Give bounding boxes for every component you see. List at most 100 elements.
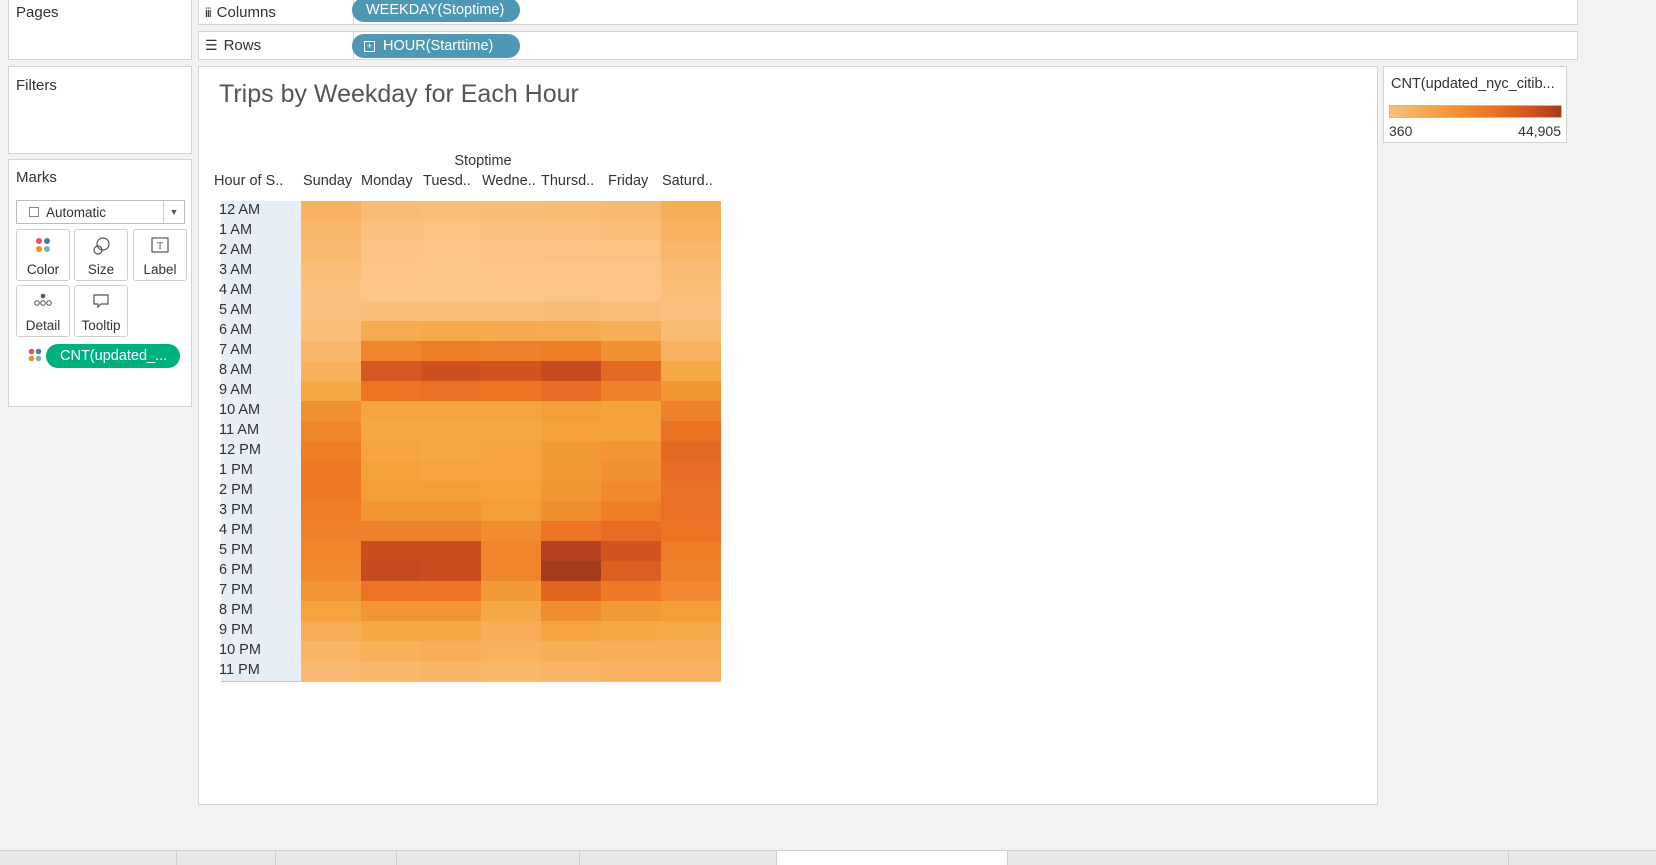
detail-card[interactable]: Detail: [16, 285, 70, 337]
row-label[interactable]: 5 AM: [219, 301, 295, 320]
heatmap-cell[interactable]: [601, 321, 661, 341]
heatmap-cell[interactable]: [301, 201, 361, 221]
heatmap-cell[interactable]: [421, 441, 481, 461]
heatmap-cell[interactable]: [601, 621, 661, 641]
heatmap-cell[interactable]: [481, 421, 541, 441]
heatmap-cell[interactable]: [421, 601, 481, 621]
heatmap-cell[interactable]: [301, 321, 361, 341]
heatmap-cell[interactable]: [601, 561, 661, 581]
heatmap-cell[interactable]: [541, 641, 601, 661]
heatmap-cell[interactable]: [541, 321, 601, 341]
heatmap-cell[interactable]: [301, 461, 361, 481]
row-label[interactable]: 12 AM: [219, 201, 295, 220]
heatmap-cell[interactable]: [361, 621, 421, 641]
heatmap-cell[interactable]: [661, 401, 721, 421]
row-label[interactable]: 3 AM: [219, 261, 295, 280]
heatmap-cell[interactable]: [421, 461, 481, 481]
heatmap-cell[interactable]: [541, 561, 601, 581]
heatmap-cell[interactable]: [481, 321, 541, 341]
heatmap-cell[interactable]: [481, 561, 541, 581]
heatmap-cell[interactable]: [361, 281, 421, 301]
sheet-tab-active[interactable]: [777, 851, 1008, 865]
heatmap-cell[interactable]: [481, 401, 541, 421]
heatmap-cell[interactable]: [301, 521, 361, 541]
heatmap-cell[interactable]: [361, 421, 421, 441]
column-header[interactable]: Wedne..: [482, 173, 536, 189]
heatmap-cell[interactable]: [421, 641, 481, 661]
heatmap-cell[interactable]: [661, 661, 721, 681]
columns-pill[interactable]: WEEKDAY(Stoptime): [352, 0, 520, 22]
color-measure-pill[interactable]: CNT(updated_...: [46, 344, 180, 368]
heatmap-cell[interactable]: [301, 421, 361, 441]
heatmap-cell[interactable]: [601, 521, 661, 541]
heatmap-cell[interactable]: [301, 241, 361, 261]
heatmap-cell[interactable]: [361, 261, 421, 281]
heatmap-cell[interactable]: [301, 641, 361, 661]
heatmap-cell[interactable]: [601, 541, 661, 561]
heatmap-cell[interactable]: [301, 501, 361, 521]
row-label[interactable]: 5 PM: [219, 541, 295, 560]
heatmap-cell[interactable]: [601, 261, 661, 281]
heatmap-cell[interactable]: [361, 501, 421, 521]
row-label[interactable]: 9 PM: [219, 621, 295, 640]
heatmap-cell[interactable]: [361, 201, 421, 221]
sheet-tab[interactable]: [580, 851, 777, 865]
heatmap-cell[interactable]: [301, 221, 361, 241]
sheet-tab[interactable]: [0, 851, 177, 865]
heatmap-cell[interactable]: [421, 241, 481, 261]
heatmap-cell[interactable]: [421, 221, 481, 241]
heatmap-cell[interactable]: [301, 281, 361, 301]
heatmap-cell[interactable]: [361, 361, 421, 381]
heatmap-cell[interactable]: [661, 581, 721, 601]
heatmap-cell[interactable]: [601, 381, 661, 401]
heatmap-cell[interactable]: [421, 341, 481, 361]
heatmap-cell[interactable]: [601, 301, 661, 321]
row-label[interactable]: 12 PM: [219, 441, 295, 460]
heatmap-cell[interactable]: [301, 261, 361, 281]
row-label[interactable]: 11 AM: [219, 421, 295, 440]
heatmap-cell[interactable]: [601, 601, 661, 621]
heatmap-cell[interactable]: [481, 661, 541, 681]
size-card[interactable]: Size: [74, 229, 128, 281]
sheet-tab[interactable]: [1008, 851, 1509, 865]
heatmap-cell[interactable]: [541, 601, 601, 621]
heatmap-cell[interactable]: [661, 301, 721, 321]
heatmap-cell[interactable]: [661, 201, 721, 221]
heatmap-cell[interactable]: [481, 481, 541, 501]
heatmap-cell[interactable]: [661, 261, 721, 281]
heatmap-cell[interactable]: [421, 421, 481, 441]
heatmap-cell[interactable]: [361, 581, 421, 601]
heatmap-cell[interactable]: [301, 401, 361, 421]
heatmap-cell[interactable]: [601, 361, 661, 381]
heatmap-cell[interactable]: [481, 601, 541, 621]
heatmap-cell[interactable]: [421, 661, 481, 681]
heatmap-cell[interactable]: [541, 481, 601, 501]
heatmap-cell[interactable]: [361, 321, 421, 341]
heatmap-cell[interactable]: [541, 501, 601, 521]
heatmap-cell[interactable]: [361, 561, 421, 581]
heatmap-cell[interactable]: [481, 241, 541, 261]
heatmap-cell[interactable]: [661, 601, 721, 621]
heatmap-cell[interactable]: [361, 661, 421, 681]
heatmap-cell[interactable]: [481, 261, 541, 281]
heatmap-cell[interactable]: [541, 381, 601, 401]
heatmap-cell[interactable]: [601, 441, 661, 461]
heatmap-cell[interactable]: [301, 661, 361, 681]
heatmap-cell[interactable]: [481, 541, 541, 561]
heatmap-cell[interactable]: [541, 301, 601, 321]
heatmap-cell[interactable]: [661, 641, 721, 661]
heatmap-cell[interactable]: [541, 261, 601, 281]
row-label[interactable]: 4 AM: [219, 281, 295, 300]
heatmap-cell[interactable]: [361, 601, 421, 621]
heatmap-cell[interactable]: [661, 461, 721, 481]
heatmap-cell[interactable]: [481, 341, 541, 361]
row-label[interactable]: 10 PM: [219, 641, 295, 660]
heatmap-cell[interactable]: [421, 581, 481, 601]
heatmap-cell[interactable]: [421, 361, 481, 381]
heatmap-cell[interactable]: [421, 621, 481, 641]
heatmap-cell[interactable]: [541, 441, 601, 461]
heatmap-cell[interactable]: [481, 361, 541, 381]
heatmap-cell[interactable]: [421, 541, 481, 561]
heatmap-cell[interactable]: [661, 501, 721, 521]
heatmap-cell[interactable]: [601, 461, 661, 481]
